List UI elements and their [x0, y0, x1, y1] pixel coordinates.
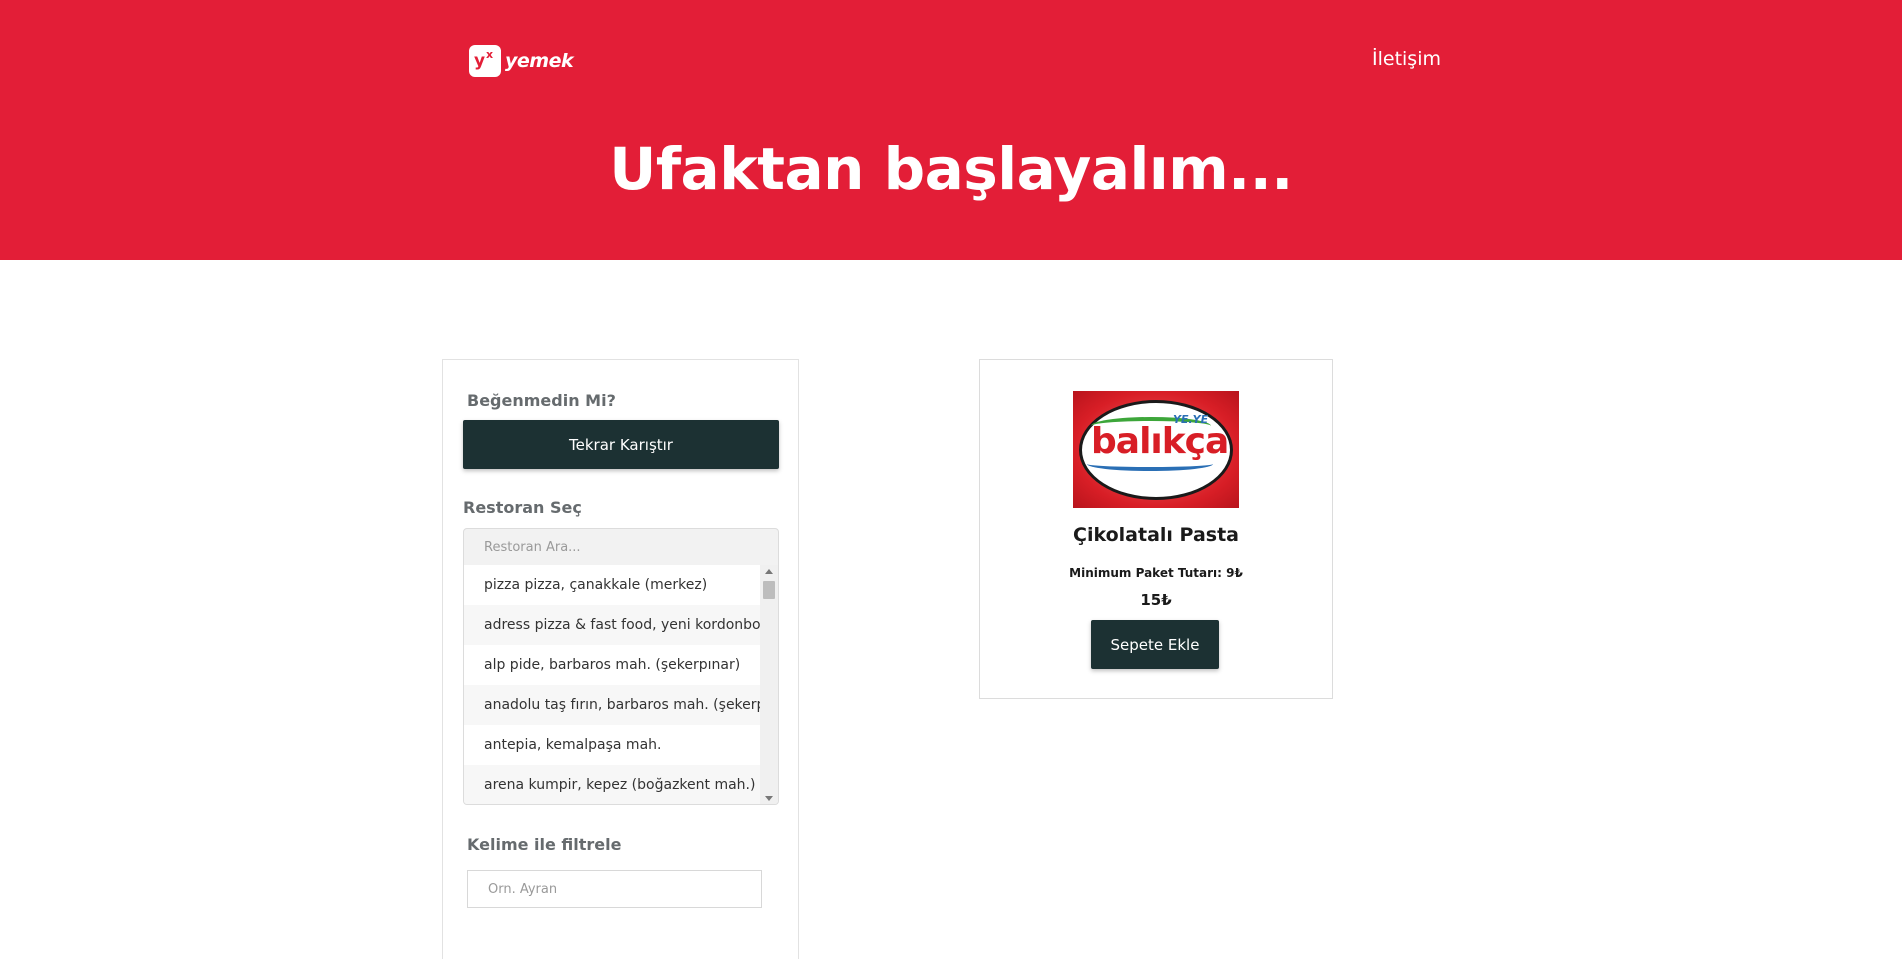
- yemek-logo[interactable]: yx yemek: [469, 45, 574, 77]
- product-card: YE.YE balıkça Çikolatalı Pasta Minimum P…: [979, 359, 1333, 699]
- keyword-filter-label: Kelime ile filtrele: [467, 835, 622, 854]
- restaurant-option[interactable]: adress pizza & fast food, yeni kordonboy…: [464, 605, 760, 645]
- restaurant-dropdown[interactable]: pizza pizza, çanakkale (merkez) adress p…: [463, 528, 779, 805]
- scrollbar-thumb[interactable]: [763, 581, 775, 599]
- product-name: Çikolatalı Pasta: [1073, 524, 1239, 546]
- restaurant-option[interactable]: arena kumpir, kepez (boğazkent mah.): [464, 765, 760, 804]
- restaurant-list: pizza pizza, çanakkale (merkez) adress p…: [464, 565, 760, 804]
- logo-text: yemek: [505, 50, 574, 72]
- hero-banner: yx yemek İletişim Ufaktan başlayalım...: [0, 0, 1902, 260]
- restaurant-list-scrollbar[interactable]: [760, 565, 778, 804]
- page-title: Ufaktan başlayalım...: [609, 135, 1293, 203]
- restaurant-option[interactable]: pizza pizza, çanakkale (merkez): [464, 565, 760, 605]
- shuffle-button[interactable]: Tekrar Karıştır: [463, 420, 779, 469]
- restaurant-search-input[interactable]: [464, 529, 778, 565]
- restaurant-select-label: Restoran Seç: [463, 498, 582, 517]
- nav-contact-link[interactable]: İletişim: [1372, 48, 1441, 70]
- product-price: 15₺: [1140, 591, 1172, 609]
- filter-panel: Beğenmedin Mi? Tekrar Karıştır Restoran …: [442, 359, 799, 959]
- dislike-label: Beğenmedin Mi?: [467, 391, 616, 410]
- logo-mark-icon: yx: [469, 45, 501, 77]
- keyword-filter-input[interactable]: [467, 870, 762, 908]
- restaurant-logo: YE.YE balıkça: [1073, 391, 1239, 508]
- restaurant-option[interactable]: alp pide, barbaros mah. (şekerpınar): [464, 645, 760, 685]
- add-to-cart-button[interactable]: Sepete Ekle: [1091, 620, 1219, 669]
- logo-wordmark: balıkça: [1091, 421, 1229, 462]
- minimum-order: Minimum Paket Tutarı: 9₺: [1069, 566, 1243, 580]
- restaurant-option[interactable]: anadolu taş fırın, barbaros mah. (şekerp…: [464, 685, 760, 725]
- scroll-up-arrow-icon[interactable]: [765, 569, 773, 574]
- scroll-down-arrow-icon[interactable]: [765, 796, 773, 801]
- restaurant-option[interactable]: antepia, kemalpaşa mah.: [464, 725, 760, 765]
